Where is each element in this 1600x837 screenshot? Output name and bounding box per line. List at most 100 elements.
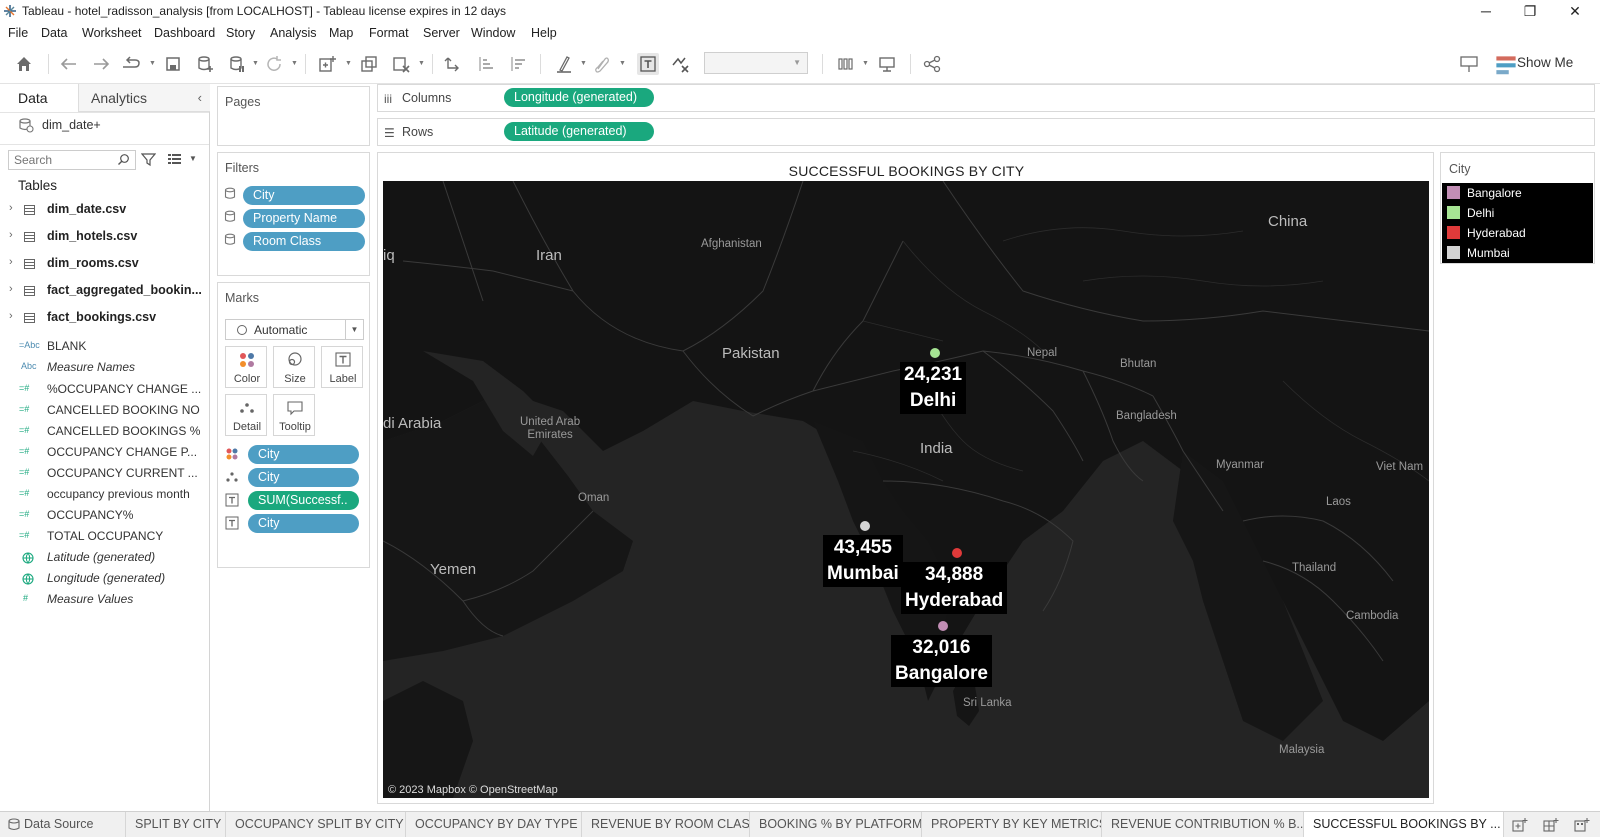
field-item[interactable]: =# TOTAL OCCUPANCY: [0, 526, 209, 547]
columns-pill-longitude[interactable]: Longitude (generated): [504, 88, 654, 107]
detail-button[interactable]: Detail: [225, 394, 267, 436]
home-icon[interactable]: [13, 53, 35, 75]
filter-pill-room-class[interactable]: Room Class: [243, 232, 365, 251]
close-button[interactable]: ✕: [1555, 1, 1595, 21]
sheet-tab-active[interactable]: SUCCESSFUL BOOKINGS BY ...: [1304, 812, 1504, 837]
save-icon[interactable]: [162, 53, 184, 75]
clear-sheet-icon[interactable]: [390, 53, 412, 75]
menu-window[interactable]: Window: [471, 26, 515, 40]
map-canvas[interactable]: China Afghanistan Iran iq Pakistan Nepal…: [383, 181, 1429, 798]
field-item[interactable]: =Abc BLANK: [0, 336, 209, 357]
new-story-icon[interactable]: [1574, 817, 1590, 833]
minimize-button[interactable]: ─: [1466, 1, 1506, 21]
chevron-right-icon[interactable]: ›: [9, 202, 13, 214]
new-worksheet-icon[interactable]: [316, 53, 338, 75]
chevron-right-icon[interactable]: ›: [9, 256, 13, 268]
chevron-down-icon[interactable]: ▼: [149, 60, 156, 67]
mark-label-hyderabad[interactable]: 34,888 Hyderabad: [901, 562, 1008, 614]
map-mark-delhi[interactable]: [930, 348, 940, 358]
mark-label-bangalore[interactable]: 32,016 Bangalore: [891, 635, 992, 687]
map-attribution[interactable]: © 2023 Mapbox © OpenStreetMap: [388, 784, 558, 796]
tab-data[interactable]: Data: [0, 84, 78, 112]
data-source-tab[interactable]: Data Source: [0, 812, 126, 837]
duplicate-sheet-icon[interactable]: [358, 53, 380, 75]
filters-card[interactable]: Filters City Property Name Room Class: [217, 152, 370, 276]
color-pill-city[interactable]: City: [248, 445, 359, 464]
mark-type-dropdown[interactable]: Automatic ▼: [225, 319, 364, 340]
chevron-right-icon[interactable]: ›: [9, 283, 13, 295]
table-item[interactable]: › dim_date.csv: [0, 197, 209, 223]
sheet-tab[interactable]: REVENUE BY ROOM CLASS: [582, 812, 750, 837]
map-mark-mumbai[interactable]: [860, 521, 870, 531]
show-me-icon[interactable]: [1495, 55, 1516, 77]
menu-file[interactable]: File: [8, 26, 28, 40]
table-item[interactable]: › dim_rooms.csv: [0, 251, 209, 277]
color-button[interactable]: Color: [225, 346, 267, 388]
mark-label-delhi[interactable]: 24,231 Delhi: [900, 362, 967, 414]
field-item[interactable]: =# %OCCUPANCY CHANGE ...: [0, 379, 209, 400]
presentation-mode-icon[interactable]: [836, 53, 858, 75]
field-item[interactable]: Latitude (generated): [0, 547, 209, 568]
filter-pill-property-name[interactable]: Property Name: [243, 209, 365, 228]
tooltip-button[interactable]: Tooltip: [273, 394, 315, 436]
field-item[interactable]: =# CANCELLED BOOKING NO: [0, 400, 209, 421]
presenter-icon[interactable]: [1458, 53, 1480, 75]
menu-format[interactable]: Format: [369, 26, 409, 40]
map-mark-hyderabad[interactable]: [952, 548, 962, 558]
show-mark-labels-icon[interactable]: [637, 53, 659, 75]
new-worksheet-icon[interactable]: [1512, 817, 1528, 833]
detail-pill-city[interactable]: City: [248, 468, 359, 487]
size-button[interactable]: Size: [273, 346, 315, 388]
show-me-button[interactable]: Show Me: [1517, 55, 1573, 70]
city-legend[interactable]: City Bangalore Delhi Hyderabad Mumbai: [1440, 152, 1595, 264]
tab-analytics[interactable]: Analytics ‹: [78, 84, 210, 112]
field-search-box[interactable]: [8, 150, 136, 170]
filter-pill-city[interactable]: City: [243, 186, 365, 205]
label-pill-city[interactable]: City: [248, 514, 359, 533]
rows-shelf[interactable]: ☰ Rows Latitude (generated): [377, 118, 1595, 146]
sheet-tab[interactable]: BOOKING % BY PLATFORM: [750, 812, 922, 837]
label-pill-sum-successful[interactable]: SUM(Successf..: [248, 491, 359, 510]
sheet-tab[interactable]: REVENUE CONTRIBUTION % B...: [1102, 812, 1304, 837]
redo-icon[interactable]: [90, 53, 112, 75]
chevron-down-icon[interactable]: ▼: [189, 154, 197, 163]
highlight-icon[interactable]: [553, 53, 575, 75]
menu-help[interactable]: Help: [531, 26, 557, 40]
menu-worksheet[interactable]: Worksheet: [82, 26, 142, 40]
device-preview-icon[interactable]: [876, 53, 898, 75]
sort-ascending-icon[interactable]: [475, 53, 497, 75]
undo-icon[interactable]: [58, 53, 80, 75]
chevron-down-icon[interactable]: ▼: [619, 60, 626, 67]
menu-dashboard[interactable]: Dashboard: [154, 26, 215, 40]
search-input[interactable]: [9, 151, 109, 169]
sheet-tab[interactable]: OCCUPANCY SPLIT BY CITY: [226, 812, 406, 837]
field-item[interactable]: =# CANCELLED BOOKINGS %: [0, 421, 209, 442]
field-item[interactable]: Longitude (generated): [0, 568, 209, 589]
menu-story[interactable]: Story: [226, 26, 255, 40]
fix-axes-icon[interactable]: [669, 53, 691, 75]
chevron-down-icon[interactable]: ▼: [291, 60, 298, 67]
new-dashboard-icon[interactable]: [1543, 817, 1559, 833]
field-item[interactable]: =# occupancy previous month: [0, 484, 209, 505]
menu-data[interactable]: Data: [41, 26, 67, 40]
sheet-tab[interactable]: PROPERTY BY KEY METRICS: [922, 812, 1102, 837]
pause-updates-icon[interactable]: [226, 53, 248, 75]
refresh-icon[interactable]: [263, 53, 285, 75]
chevron-down-icon[interactable]: ▼: [580, 60, 587, 67]
replay-icon[interactable]: [120, 53, 142, 75]
fit-dropdown[interactable]: ▼: [704, 52, 808, 74]
field-item[interactable]: # Measure Values: [0, 589, 209, 610]
menu-analysis[interactable]: Analysis: [270, 26, 317, 40]
map-mark-bangalore[interactable]: [938, 621, 948, 631]
table-item[interactable]: › dim_hotels.csv: [0, 224, 209, 250]
mark-label-mumbai[interactable]: 43,455 Mumbai: [823, 535, 903, 587]
chevron-down-icon[interactable]: ▼: [252, 60, 259, 67]
rows-pill-latitude[interactable]: Latitude (generated): [504, 122, 654, 141]
view-title[interactable]: SUCCESSFUL BOOKINGS BY CITY: [378, 163, 1435, 179]
table-item[interactable]: › fact_bookings.csv: [0, 305, 209, 331]
chevron-down-icon[interactable]: ▼: [418, 60, 425, 67]
collapse-pane-icon[interactable]: ‹: [198, 84, 202, 112]
chevron-down-icon[interactable]: ▼: [862, 60, 869, 67]
pages-card[interactable]: Pages: [217, 86, 370, 146]
columns-shelf[interactable]: iii Columns Longitude (generated): [377, 84, 1595, 112]
